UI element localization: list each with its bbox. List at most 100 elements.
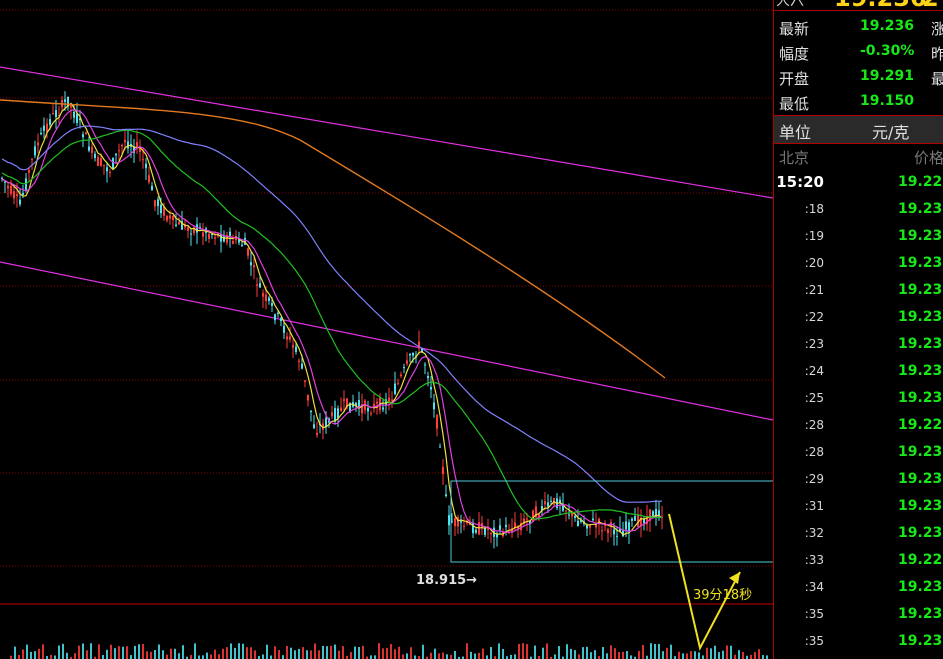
candle-body bbox=[463, 525, 465, 527]
candle-body bbox=[280, 318, 282, 322]
tick-row: :19 19.230 bbox=[774, 224, 943, 251]
ticks-header-price: 价格 bbox=[914, 149, 943, 167]
candle-body bbox=[283, 325, 285, 333]
tick-row: :21 19.237 bbox=[774, 278, 943, 305]
divider bbox=[774, 10, 943, 11]
candle-body bbox=[49, 119, 51, 125]
volume-bar bbox=[86, 650, 88, 659]
volume-bar bbox=[722, 650, 724, 659]
candle-body bbox=[172, 215, 174, 221]
tick-row: :32 19.235 bbox=[774, 521, 943, 548]
candle-body bbox=[331, 412, 333, 417]
volume-bar bbox=[362, 645, 364, 659]
candle-body bbox=[550, 500, 552, 502]
candle-body bbox=[127, 141, 129, 149]
volume-bar bbox=[142, 643, 144, 659]
volume-bar bbox=[402, 654, 404, 659]
candle-body bbox=[88, 146, 90, 151]
unit-value: 元/克 bbox=[872, 123, 910, 142]
candle-body bbox=[631, 518, 633, 521]
candle-body bbox=[439, 446, 441, 448]
candle-body bbox=[577, 520, 579, 527]
candle-body bbox=[409, 353, 411, 356]
volume-bar bbox=[342, 646, 344, 659]
tick-time: :18 bbox=[804, 202, 824, 216]
volume-bar bbox=[430, 652, 432, 659]
volume-bar bbox=[422, 644, 424, 659]
volume-bar bbox=[330, 645, 332, 659]
volume-bar bbox=[474, 653, 476, 659]
candle-body bbox=[565, 510, 567, 512]
candle-body bbox=[325, 418, 327, 427]
tick-row: :34 19.237 bbox=[774, 575, 943, 602]
duration-annotation: 39分18秒 bbox=[693, 588, 753, 603]
tick-time: :28 bbox=[804, 418, 824, 432]
candle-body bbox=[526, 518, 528, 520]
candle-body bbox=[298, 360, 300, 362]
volume-bar bbox=[74, 653, 76, 659]
quote-row-range: 幅度 -0.30% 昨 bbox=[774, 41, 943, 65]
candle-body bbox=[16, 194, 18, 196]
tick-price: 19.239 bbox=[898, 390, 943, 406]
volume-bar bbox=[738, 650, 740, 659]
volume-bar bbox=[182, 645, 184, 659]
volume-bar bbox=[322, 645, 324, 659]
candle-body bbox=[103, 164, 105, 166]
volume-bar bbox=[702, 655, 704, 659]
volume-bar bbox=[754, 652, 756, 659]
volume-bar bbox=[642, 644, 644, 659]
volume-bar bbox=[126, 646, 128, 659]
volume-bar bbox=[214, 649, 216, 659]
tick-row: :35 19.23 bbox=[774, 629, 943, 656]
volume-bar bbox=[98, 644, 100, 659]
volume-bar bbox=[90, 643, 92, 659]
ma-line-medium bbox=[1, 108, 663, 534]
candle-body bbox=[592, 518, 594, 521]
volume-bar bbox=[578, 654, 580, 659]
candle-body bbox=[52, 112, 54, 114]
quote-label: 开盘 bbox=[779, 70, 810, 88]
volume-bar bbox=[750, 654, 752, 659]
quote-extra: 最 bbox=[931, 68, 943, 89]
volume-bar bbox=[62, 643, 64, 659]
candle-body bbox=[115, 153, 117, 156]
volume-bar bbox=[730, 645, 732, 659]
volume-bar bbox=[306, 650, 308, 659]
volume-bar bbox=[406, 653, 408, 659]
volume-bar bbox=[222, 648, 224, 659]
volume-bar bbox=[542, 647, 544, 659]
volume-bar bbox=[218, 654, 220, 659]
candle-body bbox=[394, 383, 396, 395]
candle-body bbox=[430, 387, 432, 390]
tick-row: :28 19.226 bbox=[774, 413, 943, 440]
volume-bar bbox=[278, 650, 280, 659]
candle-body bbox=[76, 113, 78, 123]
candle-body bbox=[112, 158, 114, 170]
volume-bar bbox=[518, 643, 520, 659]
volume-bar bbox=[390, 644, 392, 659]
volume-bar bbox=[26, 644, 28, 659]
candle-body bbox=[475, 529, 477, 533]
volume-bar bbox=[414, 655, 416, 659]
candle-body bbox=[286, 336, 288, 340]
volume-bar bbox=[558, 646, 560, 659]
volume-bar bbox=[510, 654, 512, 659]
volume-bar bbox=[374, 655, 376, 659]
candle-body bbox=[157, 199, 159, 206]
volume-bar bbox=[718, 652, 720, 659]
tick-price: 19.234 bbox=[898, 255, 943, 271]
volume-bar bbox=[174, 648, 176, 659]
candle-body bbox=[613, 529, 615, 535]
volume-bar bbox=[694, 651, 696, 659]
kline-chart[interactable]: 18.915→ 39分18秒 bbox=[0, 0, 773, 659]
tick-price: 19.23 bbox=[898, 633, 943, 649]
kline-chart-svg[interactable] bbox=[0, 0, 773, 659]
candle-body bbox=[316, 432, 318, 436]
tick-row: :18 19.234 bbox=[774, 197, 943, 224]
volume-bar bbox=[122, 646, 124, 659]
candle-body bbox=[142, 159, 144, 161]
volume-bar bbox=[714, 645, 716, 659]
candle-body bbox=[124, 139, 126, 143]
tick-price: 19.234 bbox=[898, 309, 943, 325]
volume-bar bbox=[762, 655, 764, 659]
